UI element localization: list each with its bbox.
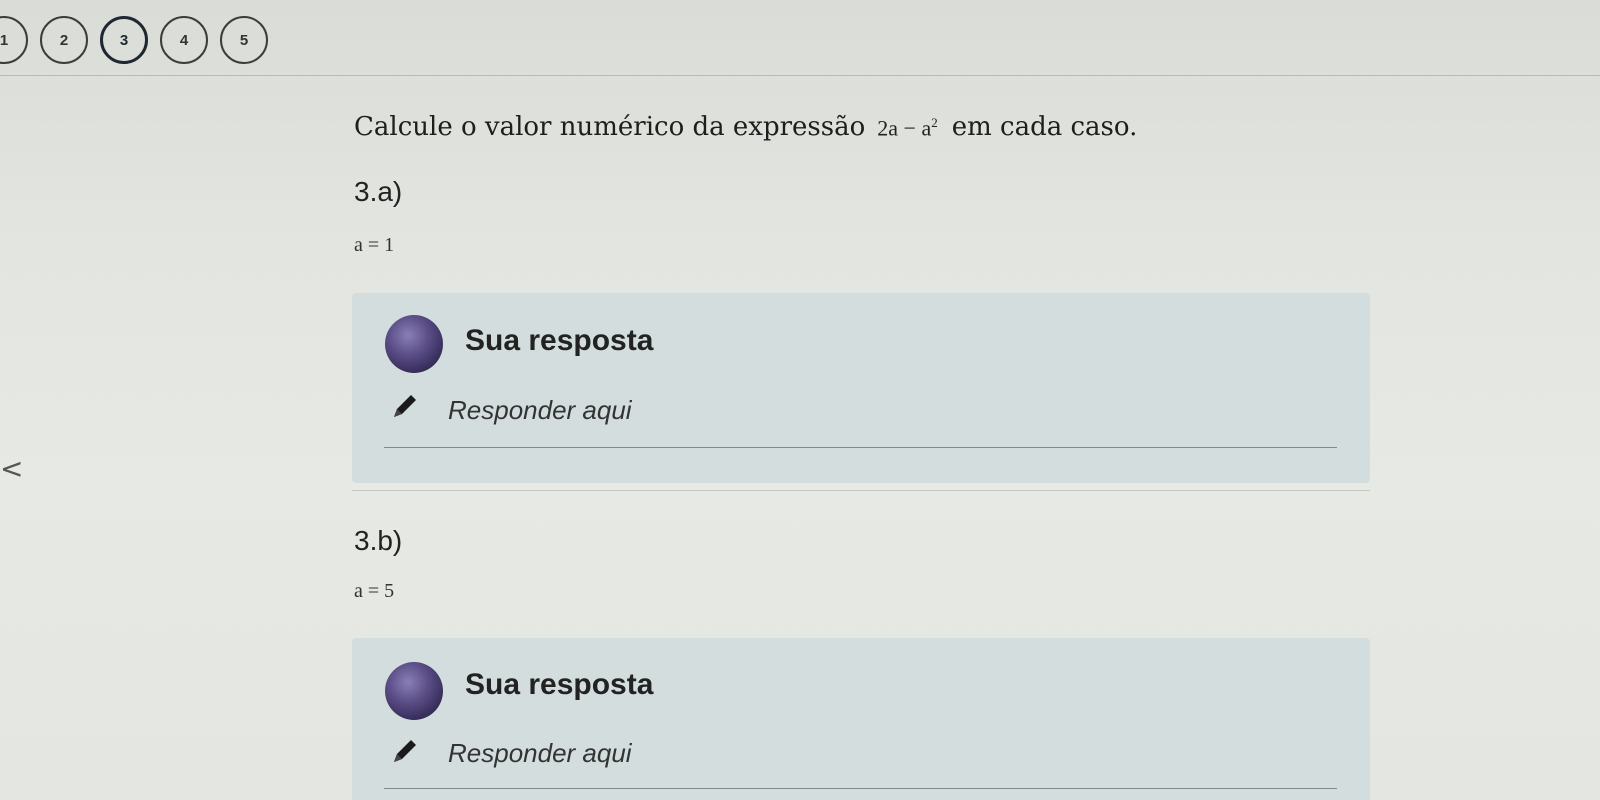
- part-a-equation: a = 1: [354, 234, 395, 256]
- part-b-equation: a = 5: [354, 580, 395, 602]
- answer-input-b[interactable]: [448, 738, 1308, 769]
- part-b-title: 3.b): [354, 525, 403, 556]
- answer-input-a[interactable]: [448, 395, 1308, 426]
- question-prompt: Calcule o valor numérico da expressão 2a…: [354, 112, 1137, 142]
- prompt-expression: 2a − a2: [877, 115, 937, 141]
- answer-card-b: Sua resposta: [352, 638, 1370, 800]
- pencil-icon: [394, 395, 416, 417]
- prompt-text-before: Calcule o valor numérico da expressão: [354, 112, 866, 142]
- prompt-text-after: em cada caso.: [951, 112, 1138, 142]
- answer-underline-b: [384, 788, 1337, 789]
- expression-exponent: 2: [931, 114, 938, 130]
- section-divider: [352, 490, 1370, 491]
- answer-label-b: Sua resposta: [465, 668, 654, 701]
- question-nav-4[interactable]: 4: [160, 16, 208, 64]
- part-a-title: 3.a): [354, 176, 403, 207]
- expression-base: 2a − a: [877, 115, 932, 140]
- back-chevron-icon[interactable]: <: [0, 452, 23, 485]
- pencil-icon: [394, 740, 416, 762]
- question-navigation: 1 2 3 4 5: [0, 16, 268, 64]
- answer-underline-a: [384, 447, 1337, 448]
- answer-card-a: Sua resposta: [352, 293, 1370, 483]
- avatar: [385, 662, 443, 720]
- question-nav-3[interactable]: 3: [100, 16, 148, 64]
- header-divider: [0, 75, 1600, 76]
- question-nav-1[interactable]: 1: [0, 16, 28, 64]
- question-nav-5[interactable]: 5: [220, 16, 268, 64]
- avatar: [385, 315, 443, 373]
- question-nav-2[interactable]: 2: [40, 16, 88, 64]
- answer-label-a: Sua resposta: [465, 324, 654, 357]
